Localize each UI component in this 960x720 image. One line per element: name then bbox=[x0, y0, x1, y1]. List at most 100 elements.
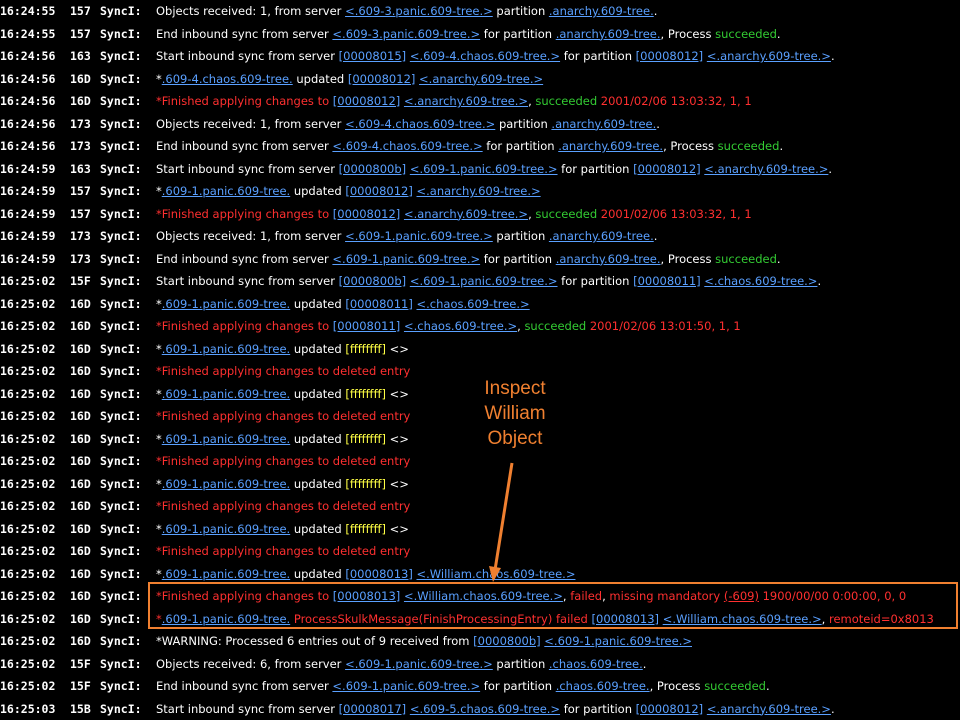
log-source: SyncI: bbox=[100, 251, 142, 266]
log-object-link[interactable]: <.chaos.609-tree.> bbox=[404, 319, 517, 333]
log-object-link[interactable]: .609-1.panic.609-tree. bbox=[162, 432, 290, 446]
log-object-link[interactable]: [00008013] bbox=[333, 589, 401, 603]
log-text-segment: . bbox=[776, 251, 781, 266]
log-message: End inbound sync from server <.609-1.pan… bbox=[156, 248, 781, 271]
log-object-link[interactable]: [00008012] bbox=[636, 49, 704, 63]
log-thread-id: 16D bbox=[70, 476, 91, 491]
log-source: SyncI: bbox=[100, 274, 142, 288]
log-thread-id: 16D bbox=[70, 634, 91, 648]
log-timestamp: 16:25:02 bbox=[0, 296, 56, 311]
log-object-link[interactable]: <.William.chaos.609-tree.> bbox=[417, 567, 576, 581]
log-object-link[interactable]: [0000800b] bbox=[473, 634, 541, 648]
log-timestamp: 16:24:59 bbox=[0, 251, 56, 266]
log-object-link[interactable]: .609-1.panic.609-tree. bbox=[162, 522, 290, 536]
annotation-arrow-shaft bbox=[493, 462, 514, 571]
log-object-link[interactable]: <.anarchy.609-tree.> bbox=[707, 702, 831, 716]
log-object-link[interactable]: <.William.chaos.609-tree.> bbox=[663, 612, 822, 626]
log-object-link[interactable]: <.William.chaos.609-tree.> bbox=[404, 589, 563, 603]
log-object-link[interactable]: [0000800b] bbox=[339, 162, 407, 176]
log-object-link[interactable]: <.anarchy.609-tree.> bbox=[419, 72, 543, 86]
log-object-link[interactable]: [00008012] bbox=[636, 702, 704, 716]
log-object-link[interactable]: <.chaos.609-tree.> bbox=[417, 297, 530, 311]
log-object-link[interactable]: [00008012] bbox=[345, 184, 413, 198]
log-text-segment: ProcessSkulkMessage(FinishProcessingEntr… bbox=[290, 611, 592, 626]
log-message: *.609-1.panic.609-tree. updated [fffffff… bbox=[156, 338, 409, 361]
log-text-segment: for partition bbox=[557, 161, 634, 176]
log-text-segment: *Finished applying changes to bbox=[156, 319, 333, 333]
log-object-link[interactable]: <.anarchy.609-tree.> bbox=[417, 184, 541, 198]
log-timestamp: 16:24:59 bbox=[0, 229, 56, 243]
log-object-link[interactable]: [00008011] bbox=[345, 297, 413, 311]
log-timestamp: 16:25:02 bbox=[0, 544, 56, 558]
log-timestamp: 16:25:02 bbox=[0, 656, 56, 671]
log-object-link[interactable]: <.609-3.panic.609-tree.> bbox=[332, 27, 480, 41]
log-object-link[interactable]: .anarchy.609-tree. bbox=[558, 139, 663, 153]
log-object-link[interactable]: .anarchy.609-tree. bbox=[556, 252, 661, 266]
log-object-link[interactable]: [00008011] bbox=[633, 274, 701, 288]
log-object-link[interactable]: [00008012] bbox=[348, 72, 416, 86]
log-object-link[interactable]: [00008013] bbox=[345, 567, 413, 581]
log-object-link[interactable]: .anarchy.609-tree. bbox=[556, 27, 661, 41]
log-timestamp: 16:25:02 bbox=[0, 521, 56, 536]
log-object-link[interactable]: .anarchy.609-tree. bbox=[549, 229, 654, 243]
log-timestamp: 16:25:02 bbox=[0, 679, 56, 693]
log-object-link[interactable]: [0000800b] bbox=[339, 274, 407, 288]
log-thread-id: 173 bbox=[70, 116, 91, 131]
log-object-link[interactable]: [00008012] bbox=[333, 94, 401, 108]
log-object-link[interactable]: .609-1.panic.609-tree. bbox=[162, 184, 290, 198]
log-object-link[interactable]: <.609-3.panic.609-tree.> bbox=[345, 4, 493, 18]
log-text-segment: <> bbox=[386, 431, 409, 446]
log-object-link[interactable]: <.anarchy.609-tree.> bbox=[404, 94, 528, 108]
log-object-link[interactable]: <.609-1.panic.609-tree.> bbox=[544, 634, 692, 648]
log-text-segment: *Finished applying changes to deleted en… bbox=[156, 544, 411, 558]
log-object-link[interactable]: [00008012] bbox=[633, 162, 701, 176]
log-text-segment: succeeded bbox=[704, 679, 766, 693]
log-object-link[interactable]: .609-4.chaos.609-tree. bbox=[162, 72, 293, 86]
log-object-link[interactable]: .anarchy.609-tree. bbox=[551, 117, 656, 131]
log-object-link[interactable]: .609-1.panic.609-tree. bbox=[162, 612, 290, 626]
log-source: SyncI: bbox=[100, 364, 142, 378]
log-text-segment: succeeded bbox=[715, 26, 777, 41]
log-object-link[interactable]: <.609-1.panic.609-tree.> bbox=[345, 229, 493, 243]
log-object-link[interactable]: [00008017] bbox=[339, 702, 407, 716]
log-object-link[interactable]: .chaos.609-tree. bbox=[556, 679, 650, 693]
log-thread-id: 16D bbox=[70, 71, 91, 86]
log-object-link[interactable]: .609-1.panic.609-tree. bbox=[162, 297, 290, 311]
log-object-link[interactable]: .609-1.panic.609-tree. bbox=[162, 477, 290, 491]
log-object-link[interactable]: <.609-1.panic.609-tree.> bbox=[332, 679, 480, 693]
log-object-link[interactable]: <.609-1.panic.609-tree.> bbox=[410, 162, 558, 176]
log-source: SyncI: bbox=[100, 701, 142, 716]
log-object-link[interactable]: <.609-4.chaos.609-tree.> bbox=[345, 117, 495, 131]
log-object-link[interactable]: .609-1.panic.609-tree. bbox=[162, 387, 290, 401]
log-object-link[interactable]: <.anarchy.609-tree.> bbox=[704, 162, 828, 176]
log-text-segment: missing mandatory bbox=[609, 589, 724, 603]
log-text-segment: Start inbound sync from server bbox=[156, 701, 339, 716]
log-object-link[interactable]: .609-1.panic.609-tree. bbox=[162, 567, 290, 581]
log-thread-id: 16D bbox=[70, 431, 91, 446]
log-object-link[interactable]: [00008012] bbox=[333, 207, 401, 221]
log-object-link[interactable]: <.609-4.chaos.609-tree.> bbox=[410, 49, 560, 63]
log-message: Start inbound sync from server [0000800b… bbox=[156, 158, 832, 181]
log-object-link[interactable]: [00008013] bbox=[592, 612, 660, 626]
log-text-segment: *WARNING: Processed 6 entries out of 9 r… bbox=[156, 634, 474, 648]
log-object-link[interactable]: <.609-5.chaos.609-tree.> bbox=[410, 702, 560, 716]
log-text-segment: , bbox=[821, 611, 829, 626]
log-message: *.609-1.panic.609-tree. updated [0000801… bbox=[156, 293, 530, 316]
log-source: SyncI: bbox=[100, 341, 142, 356]
log-object-link[interactable]: .chaos.609-tree. bbox=[549, 657, 643, 671]
log-thread-id: 16D bbox=[70, 409, 91, 423]
log-text-segment: Objects received: 1, from server bbox=[156, 229, 346, 243]
log-object-link[interactable]: <.609-1.panic.609-tree.> bbox=[345, 657, 493, 671]
log-object-link[interactable]: (-609) bbox=[724, 589, 759, 603]
log-object-link[interactable]: .609-1.panic.609-tree. bbox=[162, 342, 290, 356]
log-object-link[interactable]: <.anarchy.609-tree.> bbox=[707, 49, 831, 63]
log-object-link[interactable]: .anarchy.609-tree. bbox=[549, 4, 654, 18]
log-object-link[interactable]: <.anarchy.609-tree.> bbox=[404, 207, 528, 221]
log-source: SyncI: bbox=[100, 499, 142, 513]
log-object-link[interactable]: [00008011] bbox=[333, 319, 401, 333]
log-object-link[interactable]: [00008015] bbox=[339, 49, 407, 63]
log-object-link[interactable]: <.609-4.chaos.609-tree.> bbox=[332, 139, 482, 153]
log-object-link[interactable]: <.609-1.panic.609-tree.> bbox=[410, 274, 558, 288]
log-object-link[interactable]: <.609-1.panic.609-tree.> bbox=[332, 252, 480, 266]
log-object-link[interactable]: <.chaos.609-tree.> bbox=[704, 274, 817, 288]
